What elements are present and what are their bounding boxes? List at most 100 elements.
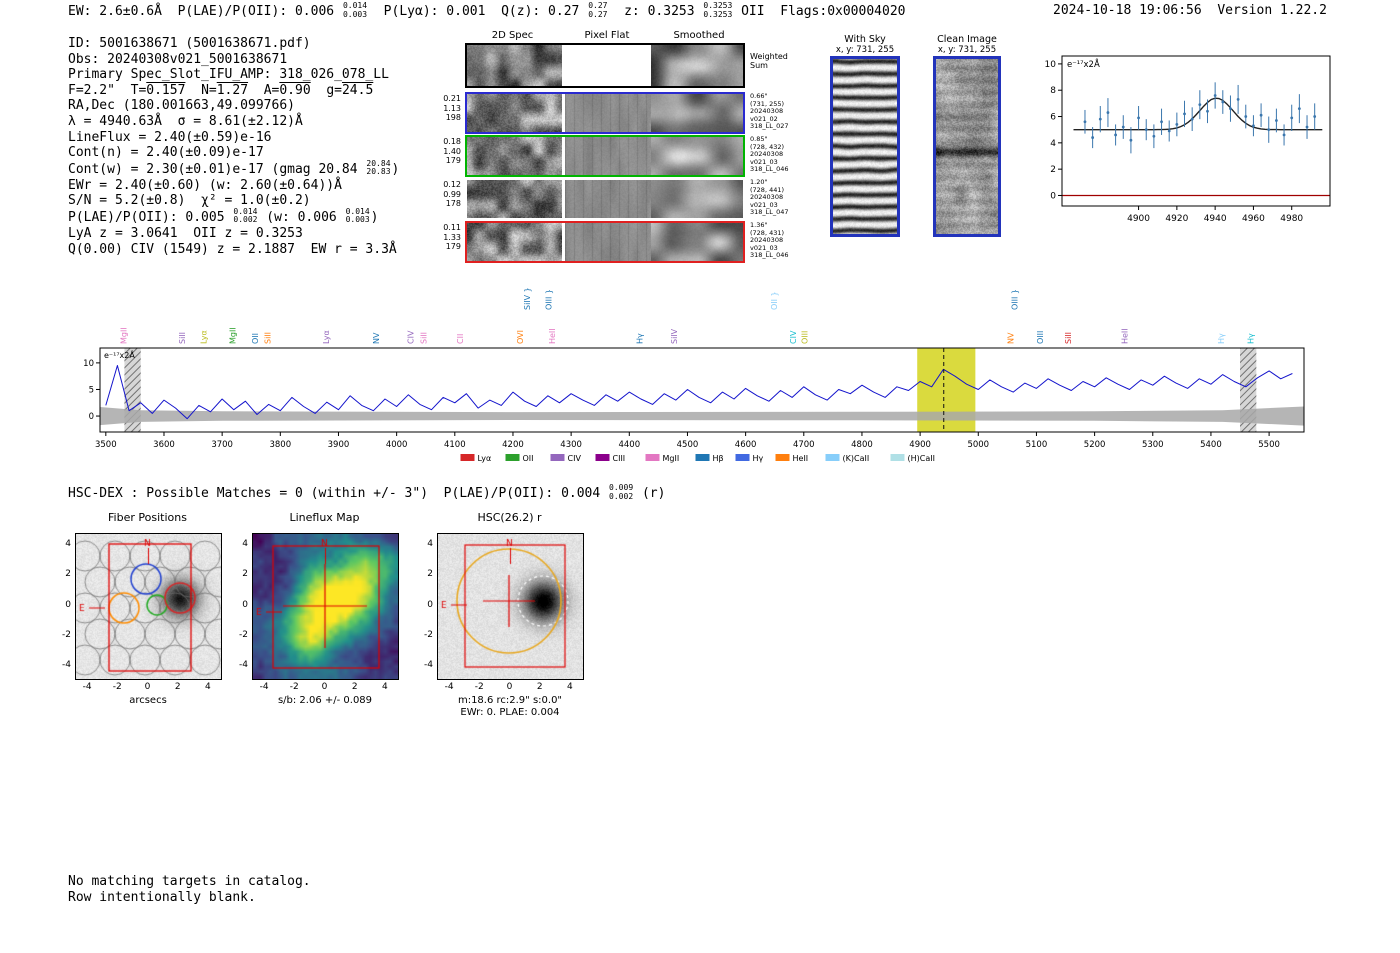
text-segment: LineFlux = 2.40(±0.59)e-16 [68,129,272,145]
y-tick-label: -2 [239,629,248,640]
data-point [1275,119,1278,122]
x-tick-label: 3900 [328,440,350,450]
clean-image [936,59,998,234]
y-tick-label: -2 [424,629,433,640]
emission-line-label: OIII } [545,289,554,310]
data-point [1267,128,1271,132]
y-tick-label: 0 [242,599,248,610]
emission-line-label: OII } [770,291,779,310]
text-segment: Primary Spec_Slot_IFU_AMP: 318_026_078_L… [68,67,389,83]
col-title-2dspec: 2D Spec [491,30,534,41]
footer-line-2: Row intentionally blank. [68,890,256,905]
text-segment: P(Lyα): 0.001 Q(z): 0.27 [368,4,588,19]
emission-line-label: SiII [420,332,429,344]
y-tick-label: -2 [62,629,71,640]
weighted-sum-label: Weighted Sum [750,52,788,70]
x-tick-label: 3600 [153,440,175,450]
x-tick-label: 4300 [560,440,582,450]
weight-value: 0.99 [443,189,461,199]
x-tick-label: 4000 [386,440,408,450]
stacked-value: 0.27 0.27 [588,1,608,19]
info-line: Cont(n) = 2.40(±0.09)e-17 [68,145,399,161]
data-point [1213,94,1217,97]
row1-smoothed-image [651,94,743,132]
row2-weights-label: 0.18 1.40 179 [429,137,461,166]
data-point [1282,133,1286,137]
data-point [1290,116,1294,120]
emission-line-label: Lyα [200,330,209,344]
x-tick-label: 2 [536,682,543,692]
flux-units-label: e⁻¹⁷x2Å [104,349,135,360]
clean-image-panel [933,56,1001,237]
emission-line-label: Lyα [322,330,331,344]
data-point [1121,125,1125,129]
text-segment: 24.5 [341,82,374,98]
x-tick-label: 3800 [269,440,291,450]
row4-2dspec-image [467,223,562,261]
row3-weights-label: 0.12 0.99 178 [429,180,461,209]
data-point [1198,103,1202,107]
fiber-id-value: 318_LL_027 [750,122,789,131]
error-band [100,406,1304,426]
row2-pixelflat-image [565,137,651,175]
text-segment: A= [248,82,280,98]
data-point [1183,112,1186,116]
weight-value: 0.11 [443,223,461,232]
hsc-dex-match-line: HSC-DEX : Possible Matches = 0 (within +… [68,483,665,502]
y-tick-label: 2 [242,569,248,580]
x-tick-label: 5500 [1258,440,1280,450]
col-title-pixelflat: Pixel Flat [584,30,630,41]
emission-line-label: OIII [1036,331,1045,344]
info-line: Cont(w) = 2.30(±0.01)e-17 (gmag 20.84 20… [68,159,399,178]
text-segment: F=2.2" T= [68,82,147,98]
legend-label: (H)CaII [908,454,935,463]
emission-line-label: OIII [801,331,810,344]
data-point [1098,117,1102,121]
x-tick-label: 4700 [793,440,815,450]
weighted-sum-2dspec-image [467,45,562,86]
x-tick-label: 4900 [909,440,931,450]
x-tick-label: -2 [474,682,484,692]
x-tick-label: 5000 [967,440,989,450]
with-sky-image [833,59,897,234]
emission-line-label: OII [251,333,260,344]
fiber-cutout-row-4 [465,221,745,263]
fiber-positions-image [75,533,222,680]
info-line: EWr = 2.40(±0.60) (w: 2.60(±0.64))Å [68,178,399,194]
info-line: RA,Dec (180.001663,49.099766) [68,98,399,114]
text-segment: 0.90 [279,82,311,98]
text-segment: g= [310,82,342,98]
data-point [1160,120,1163,124]
data-point [1221,100,1225,104]
legend-label: OII [523,454,534,463]
row4-weights-label: 0.11 1.33 179 [429,223,461,252]
y-tick-label: 4 [65,539,71,550]
data-point [1083,120,1087,124]
y-tick-label: 6 [1050,113,1056,123]
elixer-report: EW: 2.6±0.6Å P(LAE)/P(OII): 0.006 0.014 0… [0,0,1400,953]
x-tick-label: 5100 [1026,440,1048,450]
data-point [1313,115,1317,118]
emission-line-label: CIV [789,330,798,344]
text-segment: Cont(n) = 2.40(±0.09)e-17 [68,145,264,161]
legend-swatch [645,454,660,461]
data-point [1167,129,1171,133]
data-point [1297,107,1301,111]
full-spectrum-plot: 3500 3600 3700 3800 3900 4000 4100 4200 4300 4400… [83,287,1305,463]
text-segment: ID: 5001638671 (5001638671.pdf) [68,36,311,51]
row2-fiber-id-label: 0.85" (728, 432) 20240308 v021_03 318_LL_046 [750,135,812,174]
x-tick-label: 4500 [677,440,699,450]
y-tick-label: -4 [239,659,248,670]
panel-caption: EWr: 0. PLAE: 0.004 [460,707,560,718]
text-segment: ) [370,209,379,225]
text-segment: LyA z = 3.0641 OII z = 0.3253 [68,225,303,241]
row3-smoothed-image [651,180,743,218]
emission-line-label: HeII [548,328,557,344]
legend-swatch [825,454,840,461]
emission-line-label: OIII } [1010,289,1019,310]
x-tick-label: 4800 [851,440,873,450]
weight-value: 0.21 [443,94,461,103]
legend-label: Hγ [753,454,764,463]
header-datetime-version: 2024-10-18 19:06:56 Version 1.22.2 [1053,3,1327,18]
text-segment: Cont(w) = 2.30(±0.01)e-17 (gmag 20.84 [68,161,366,177]
